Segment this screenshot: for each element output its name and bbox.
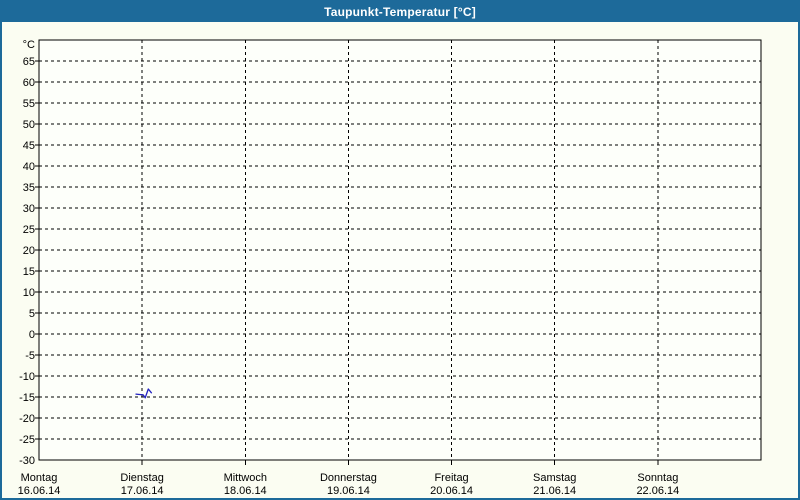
y-tick-label: 55 <box>23 98 35 110</box>
x-date-label: 18.06.14 <box>224 485 267 497</box>
x-weekday-label: Sonntag <box>637 472 678 484</box>
y-tick-label: -30 <box>19 455 35 467</box>
y-axis-unit-label: °C <box>23 39 35 51</box>
y-tick-label: 5 <box>29 308 35 320</box>
y-tick-label: 40 <box>23 161 35 173</box>
y-tick-label: -5 <box>25 350 35 362</box>
x-weekday-label: Freitag <box>434 472 468 484</box>
y-tick-label: -15 <box>19 392 35 404</box>
x-date-label: 21.06.14 <box>533 485 576 497</box>
x-weekday-label: Dienstag <box>120 472 163 484</box>
x-date-label: 22.06.14 <box>636 485 679 497</box>
x-weekday-label: Donnerstag <box>320 472 377 484</box>
x-date-label: 20.06.14 <box>430 485 473 497</box>
title-bar: Taupunkt-Temperatur [°C] <box>2 2 798 22</box>
y-tick-label: 25 <box>23 224 35 236</box>
x-weekday-label: Mittwoch <box>224 472 267 484</box>
y-tick-label: -20 <box>19 413 35 425</box>
chart-window: 65 60 55 50 45 40 35 30 25 20 15 10 5 0 -5 -10 -15 -20 -25… <box>0 0 800 500</box>
y-tick-label: 15 <box>23 266 35 278</box>
y-tick-label: 35 <box>23 182 35 194</box>
x-date-label: 19.06.14 <box>327 485 370 497</box>
y-tick-label: 50 <box>23 119 35 131</box>
y-tick-label: -10 <box>19 371 35 383</box>
y-tick-label: 20 <box>23 245 35 257</box>
chart-title: Taupunkt-Temperatur [°C] <box>324 5 476 19</box>
y-tick-label: 65 <box>23 56 35 68</box>
y-tick-label: -25 <box>19 434 35 446</box>
y-tick-label: 0 <box>29 329 35 341</box>
x-date-label: 16.06.14 <box>18 485 61 497</box>
y-tick-label: 60 <box>23 77 35 89</box>
x-weekday-label: Samstag <box>533 472 576 484</box>
y-tick-label: 30 <box>23 203 35 215</box>
chart-canvas: 65605550454035302520151050-5-10-15-20-25… <box>0 0 800 500</box>
y-tick-label: 10 <box>23 287 35 299</box>
x-date-label: 17.06.14 <box>121 485 164 497</box>
y-tick-label: 45 <box>23 140 35 152</box>
x-weekday-label: Montag <box>21 472 58 484</box>
